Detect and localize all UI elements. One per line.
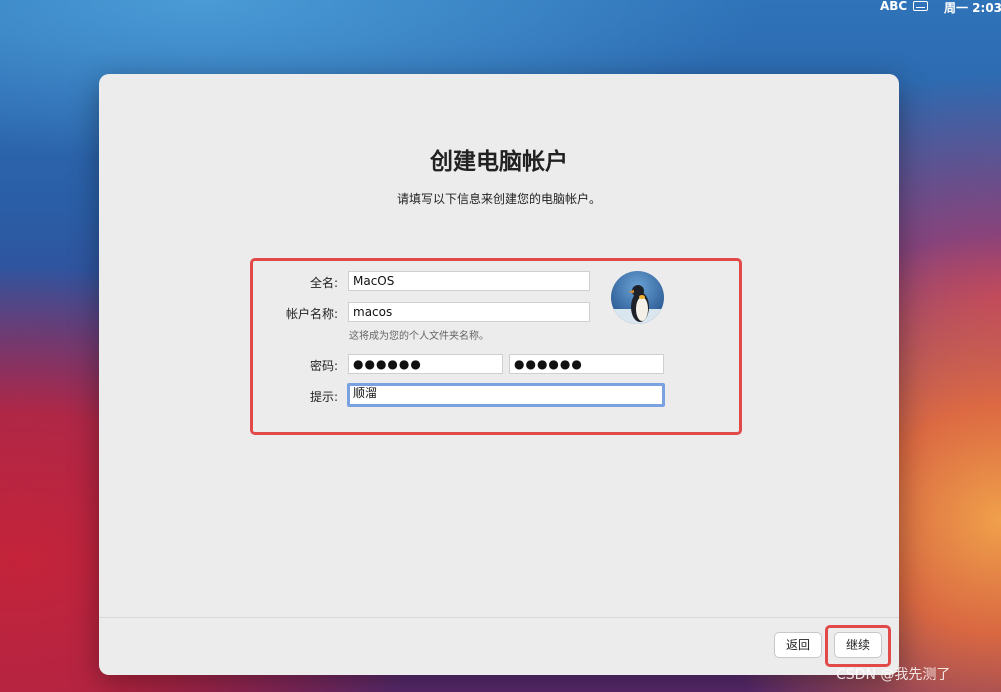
setup-assistant-window: 创建电脑帐户 请填写以下信息来创建您的电脑帐户。 全名: MacOS 帐户名称:… (99, 74, 899, 675)
footer-divider (99, 617, 899, 618)
password-label: 密码: (309, 359, 338, 373)
password-verify-field[interactable]: ●●●●●● (509, 354, 664, 374)
penguin-avatar[interactable] (611, 271, 664, 324)
watermark: CSDN @我先测了 (836, 667, 951, 683)
password-hint-label: 提示: (309, 390, 338, 404)
menubar-clock[interactable]: 周一 2:03 (944, 0, 1001, 16)
page-subtitle: 请填写以下信息来创建您的电脑帐户。 (396, 192, 601, 206)
continue-button[interactable]: 继续 (834, 632, 882, 658)
keyboard-icon[interactable] (913, 1, 928, 11)
penguin-icon (611, 285, 664, 324)
full-name-field[interactable]: MacOS (348, 271, 590, 291)
back-button[interactable]: 返回 (774, 632, 822, 658)
full-name-label: 全名: (309, 276, 338, 290)
account-name-field[interactable]: macos (348, 302, 590, 322)
account-name-label: 帐户名称: (285, 307, 338, 321)
password-field[interactable]: ●●●●●● (348, 354, 503, 374)
account-name-hint: 这将成为您的个人文件夹名称。 (349, 331, 489, 342)
input-source-indicator[interactable]: ABC (880, 0, 907, 13)
page-title: 创建电脑帐户 (430, 149, 568, 175)
password-hint-field[interactable]: 顺溜 (347, 383, 665, 407)
